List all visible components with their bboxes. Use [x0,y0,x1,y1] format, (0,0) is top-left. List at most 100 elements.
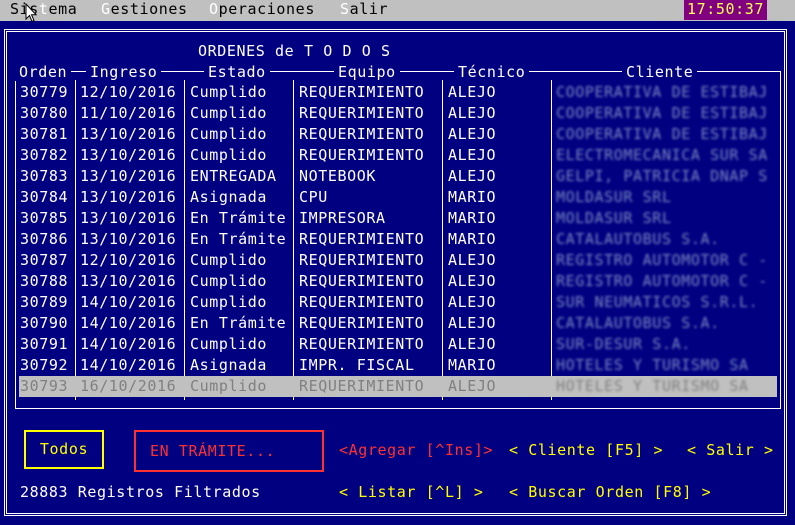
table-row[interactable]: 30792 14/10/2016 Asignada IMPR. FISCAL MARIO… [19,355,777,376]
menu-gestiones-hotkey: G [101,0,111,18]
cell-cliente: ELECTROMECANICA SUR SA [556,146,768,164]
cell-equipo: NOTEBOOK [299,167,377,185]
cell-orden: 30786 [20,230,69,248]
cell-estado: En Trámite [190,314,287,332]
cell-ingreso: 13/10/2016 [80,167,177,185]
cell-orden: 30781 [20,125,69,143]
cell-tecnico: MARIO [448,209,497,227]
cell-estado: Cumplido [190,377,268,395]
cell-estado: Cumplido [190,335,268,353]
cell-estado: ENTREGADA [190,167,277,185]
cell-orden: 30790 [20,314,69,332]
cell-cliente: GELPI, PATRICIA DNAP S [556,167,768,185]
cell-cliente: CATALAUTOBUS S.A. [556,230,720,248]
cell-cliente: COOPERATIVA DE ESTIBAJ [556,125,768,143]
table-row[interactable]: 30786 13/10/2016 En Trámite REQUERIMIENTO MA… [19,229,777,250]
menu-gestiones-label: estiones [110,0,188,18]
table-row[interactable]: 30790 14/10/2016 En Trámite REQUERIMIENTO AL… [19,313,777,334]
menu-operaciones[interactable]: Operaciones [209,0,315,21]
listar-button[interactable]: < Listar [^L] > [339,482,483,502]
salir-button[interactable]: < Salir > [687,440,774,460]
table-row[interactable]: 30793 16/10/2016 Cumplido REQUERIMIENTO ALEJ… [19,376,777,397]
cell-equipo: REQUERIMIENTO [299,104,425,122]
menu-bar: Sistema Gestiones Operaciones Salir 17:5… [0,0,795,21]
table-row[interactable]: 30789 14/10/2016 Cumplido REQUERIMIENTO ALEJ… [19,292,777,313]
cell-tecnico: ALEJO [448,167,497,185]
cell-cliente: MOLDASUR SRL [556,188,672,206]
col-header-cliente: Cliente [622,63,698,81]
cell-cliente: HOTELES Y TURISMO SA [556,356,749,374]
cell-tecnico: ALEJO [448,335,497,353]
cell-cliente: REGISTRO AUTOMOTOR C - [556,272,768,290]
cell-ingreso: 14/10/2016 [80,335,177,353]
cell-tecnico: MARIO [448,230,497,248]
cell-ingreso: 13/10/2016 [80,209,177,227]
cell-orden: 30784 [20,188,69,206]
cell-tecnico: ALEJO [448,272,497,290]
cell-tecnico: ALEJO [448,377,497,395]
menu-gestiones[interactable]: Gestiones [101,0,188,21]
table-row[interactable]: 30782 13/10/2016 Cumplido REQUERIMIENTO ALEJ… [19,145,777,166]
todos-button[interactable]: Todos [24,430,104,469]
mouse-cursor-icon [25,3,37,23]
cell-orden: 30793 [20,377,69,395]
cell-estado: Cumplido [190,125,268,143]
cell-equipo: CPU [299,188,328,206]
table-row[interactable]: 30779 12/10/2016 Cumplido REQUERIMIENTO ALEJ… [19,82,777,103]
cell-tecnico: MARIO [448,356,497,374]
col-header-tecnico: Técnico [454,63,530,81]
table-row[interactable]: 30791 14/10/2016 Cumplido REQUERIMIENTO ALEJ… [19,334,777,355]
menu-sistema-label-c: ema [48,0,78,18]
clock: 17:50:37 [683,0,767,20]
cell-ingreso: 14/10/2016 [80,356,177,374]
table-row[interactable]: 30784 13/10/2016 Asignada CPU MARIO MOLDASUR … [19,187,777,208]
cell-estado: Cumplido [190,272,268,290]
cell-tecnico: ALEJO [448,251,497,269]
cell-equipo: REQUERIMIENTO [299,230,425,248]
table-row[interactable]: 30780 11/10/2016 Cumplido REQUERIMIENTO ALEJ… [19,103,777,124]
table-row[interactable]: 30783 13/10/2016 ENTREGADA NOTEBOOK ALEJO GEL… [19,166,777,187]
cell-ingreso: 14/10/2016 [80,314,177,332]
cell-tecnico: ALEJO [448,104,497,122]
cell-tecnico: ALEJO [448,83,497,101]
cell-ingreso: 16/10/2016 [80,377,177,395]
cell-ingreso: 13/10/2016 [80,188,177,206]
cell-equipo: REQUERIMIENTO [299,293,425,311]
cell-ingreso: 13/10/2016 [80,146,177,164]
cell-orden: 30787 [20,251,69,269]
cell-equipo: REQUERIMIENTO [299,314,425,332]
table-row[interactable]: 30781 13/10/2016 Cumplido REQUERIMIENTO ALEJ… [19,124,777,145]
cell-equipo: REQUERIMIENTO [299,146,425,164]
cell-orden: 30782 [20,146,69,164]
menu-operaciones-label: peraciones [218,0,315,18]
cell-estado: En Trámite [190,209,287,227]
cell-equipo: REQUERIMIENTO [299,335,425,353]
en-tramite-button[interactable]: EN TRÁMITE... [134,430,324,472]
cell-equipo: REQUERIMIENTO [299,251,425,269]
cell-equipo: REQUERIMIENTO [299,377,425,395]
cell-estado: Asignada [190,188,268,206]
menu-salir[interactable]: Salir [340,0,388,21]
cell-orden: 30779 [20,83,69,101]
cell-estado: En Trámite [190,230,287,248]
cell-cliente: HOTELES Y TURISMO SA [556,377,749,395]
cell-tecnico: ALEJO [448,125,497,143]
cell-orden: 30780 [20,104,69,122]
cell-orden: 30791 [20,335,69,353]
table-row[interactable]: 30788 13/10/2016 Cumplido REQUERIMIENTO ALEJ… [19,271,777,292]
cell-tecnico: MARIO [448,188,497,206]
page-title: ORDENES de T O D O S [198,42,391,60]
cell-estado: Cumplido [190,251,268,269]
cell-cliente: SUR-DESUR S.A. [556,335,691,353]
agregar-button[interactable]: <Agregar [^Ins]> [339,440,493,460]
menu-sistema[interactable]: Sistema [10,0,77,21]
cliente-button[interactable]: < Cliente [F5] > [509,440,663,460]
cell-tecnico: ALEJO [448,293,497,311]
cell-cliente: MOLDASUR SRL [556,209,672,227]
table-row[interactable]: 30785 13/10/2016 En Trámite IMPRESORA MARIO M… [19,208,777,229]
cell-ingreso: 12/10/2016 [80,83,177,101]
buscar-orden-button[interactable]: < Buscar Orden [F8] > [509,482,711,502]
table-row[interactable]: 30787 12/10/2016 Cumplido REQUERIMIENTO ALEJ… [19,250,777,271]
cell-estado: Cumplido [190,83,268,101]
cell-ingreso: 13/10/2016 [80,230,177,248]
